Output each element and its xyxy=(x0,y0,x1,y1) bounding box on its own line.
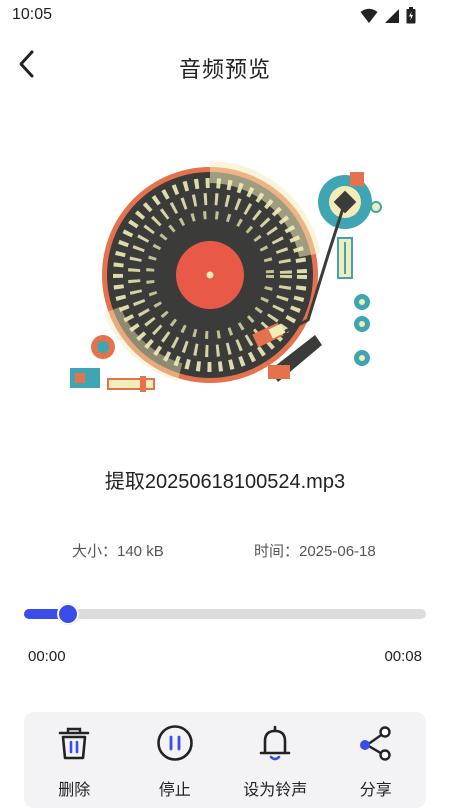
wifi-icon xyxy=(360,8,378,24)
seek-bar[interactable] xyxy=(24,603,426,625)
delete-label: 删除 xyxy=(58,782,91,799)
file-size: 大小：140 kB xyxy=(72,543,164,560)
trash-icon xyxy=(55,724,93,762)
stop-label: 停止 xyxy=(158,782,191,799)
total-time: 00:08 xyxy=(384,648,422,665)
bell-icon xyxy=(256,724,294,762)
status-time: 10:05 xyxy=(12,6,53,23)
battery-icon xyxy=(406,7,416,24)
set-ringtone-button[interactable]: 设为铃声 xyxy=(225,712,326,808)
app-bar: 音频预览 xyxy=(0,40,450,92)
set-ringtone-label: 设为铃声 xyxy=(243,782,308,799)
seek-thumb[interactable] xyxy=(57,603,80,625)
status-bar: 10:05 xyxy=(0,0,450,32)
action-toolbar: 删除 停止 设为铃声 分享 xyxy=(24,712,426,808)
page-title: 音频预览 xyxy=(178,57,271,82)
status-icons xyxy=(360,7,416,24)
stop-button[interactable]: 停止 xyxy=(125,712,226,808)
pause-icon xyxy=(156,724,194,762)
file-name: 提取20250618100524.mp3 xyxy=(104,471,346,493)
current-time: 00:00 xyxy=(28,648,66,665)
share-icon xyxy=(357,724,395,762)
share-label: 分享 xyxy=(359,782,392,799)
turntable-illustration xyxy=(60,160,390,400)
share-button[interactable]: 分享 xyxy=(326,712,427,808)
signal-icon xyxy=(384,8,400,24)
delete-button[interactable]: 删除 xyxy=(24,712,125,808)
file-date: 时间：2025-06-18 xyxy=(254,543,376,560)
